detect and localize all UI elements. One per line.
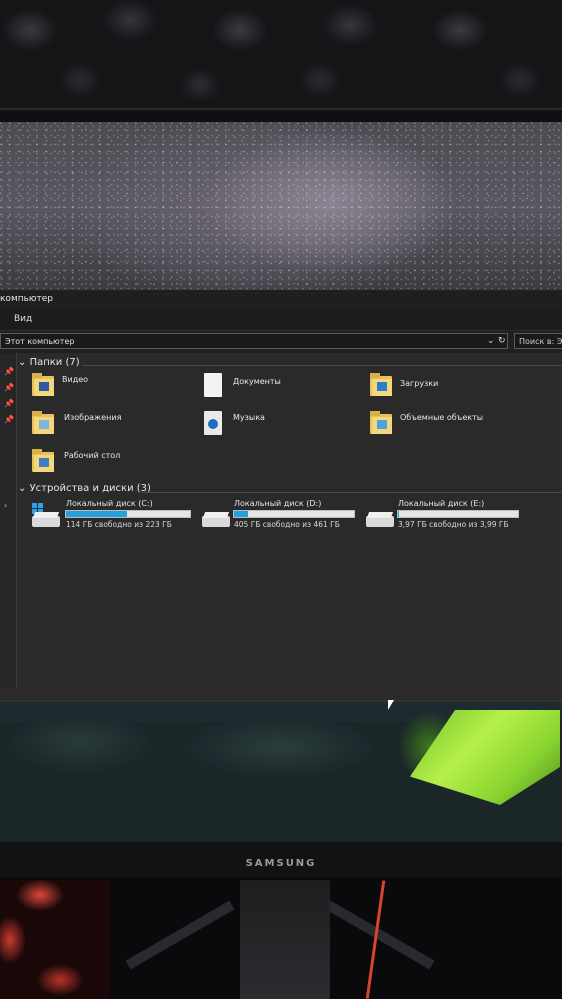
chevron-down-icon[interactable]: ⌄ bbox=[487, 333, 495, 349]
drive-free-space: 405 ГБ свободно из 461 ГБ bbox=[234, 520, 340, 529]
hard-drive-icon bbox=[32, 511, 60, 527]
drive-item-e[interactable]: Локальный диск (E:) 3,97 ГБ свободно из … bbox=[364, 499, 534, 529]
window-title-bar[interactable]: компьютер bbox=[0, 290, 562, 308]
folder-label: Документы bbox=[233, 377, 281, 386]
chevron-down-icon: ⌄ bbox=[18, 483, 30, 494]
folder-label: Видео bbox=[62, 375, 89, 384]
drive-usage-fill bbox=[66, 511, 127, 517]
drives-section-label: Устройства и диски (3) bbox=[29, 483, 151, 494]
mouse-cursor-icon bbox=[388, 700, 394, 710]
window-title: компьютер bbox=[0, 294, 53, 304]
chevron-right-icon[interactable]: › bbox=[4, 501, 7, 510]
pin-icon[interactable]: 📌 bbox=[4, 415, 14, 424]
drive-usage-bar bbox=[397, 510, 519, 518]
drive-usage-fill bbox=[234, 511, 249, 517]
hard-drive-icon bbox=[202, 511, 230, 527]
drive-usage-bar bbox=[65, 510, 191, 518]
pictures-folder-icon bbox=[32, 411, 54, 435]
pin-icon[interactable]: 📌 bbox=[4, 383, 14, 392]
address-bar: Этот компьютер ⌄ ↻ Поиск в: Эт bbox=[0, 331, 562, 353]
folder-label: Изображения bbox=[64, 413, 122, 422]
desk-mat bbox=[0, 880, 110, 999]
desktop-folder-icon bbox=[32, 449, 54, 473]
navigation-pane[interactable]: 📌 📌 📌 📌 › bbox=[0, 353, 17, 688]
drive-free-space: 3,97 ГБ свободно из 3,99 ГБ bbox=[398, 520, 509, 529]
desktop-wallpaper-tent bbox=[0, 702, 562, 842]
monitor-stand bbox=[240, 880, 330, 999]
folder-label: Объемные объекты bbox=[400, 413, 484, 422]
pin-icon[interactable]: 📌 bbox=[4, 399, 14, 408]
folders-section-header[interactable]: ⌄ Папки (7) bbox=[18, 357, 80, 368]
drive-name: Локальный диск (D:) bbox=[234, 499, 322, 508]
documents-icon bbox=[202, 373, 224, 399]
drive-item-c[interactable]: Локальный диск (C:) 114 ГБ свободно из 2… bbox=[30, 499, 200, 529]
section-divider bbox=[82, 365, 562, 366]
drive-usage-fill bbox=[398, 511, 400, 517]
drive-name: Локальный диск (C:) bbox=[66, 499, 153, 508]
drive-usage-bar bbox=[233, 510, 355, 518]
drives-section-header[interactable]: ⌄ Устройства и диски (3) bbox=[18, 483, 151, 494]
folder-label: Загрузки bbox=[400, 379, 439, 388]
desktop-wallpaper-sky bbox=[0, 122, 562, 292]
folder-label: Музыка bbox=[233, 413, 265, 422]
ribbon: Вид bbox=[0, 308, 562, 330]
downloads-folder-icon bbox=[370, 373, 392, 397]
drive-free-space: 114 ГБ свободно из 223 ГБ bbox=[66, 520, 172, 529]
drive-name: Локальный диск (E:) bbox=[398, 499, 485, 508]
file-explorer-window[interactable]: компьютер Вид Этот компьютер ⌄ ↻ Поиск в… bbox=[0, 290, 562, 700]
folder-label: Рабочий стол bbox=[64, 451, 121, 460]
hard-drive-icon bbox=[366, 511, 394, 527]
music-icon bbox=[202, 411, 224, 437]
video-folder-icon bbox=[32, 373, 54, 397]
monitor-brand-logo: SAMSUNG bbox=[245, 858, 317, 869]
background-pillow bbox=[0, 0, 562, 110]
monitor-screen: компьютер Вид Этот компьютер ⌄ ↻ Поиск в… bbox=[0, 122, 562, 842]
drive-item-d[interactable]: Локальный диск (D:) 405 ГБ свободно из 4… bbox=[200, 499, 370, 529]
section-divider bbox=[142, 492, 562, 493]
ribbon-tab-view[interactable]: Вид bbox=[14, 308, 32, 330]
3d-objects-folder-icon bbox=[370, 411, 392, 435]
pin-icon[interactable]: 📌 bbox=[4, 367, 14, 376]
folders-section-label: Папки (7) bbox=[29, 357, 80, 368]
chevron-down-icon: ⌄ bbox=[18, 357, 30, 368]
content-pane: ⌄ Папки (7) Видео Документы Загрузки Изо… bbox=[18, 353, 562, 688]
search-input[interactable]: Поиск в: Эт bbox=[514, 333, 562, 349]
refresh-icon[interactable]: ↻ bbox=[498, 333, 506, 349]
address-field[interactable]: Этот компьютер bbox=[0, 333, 508, 349]
